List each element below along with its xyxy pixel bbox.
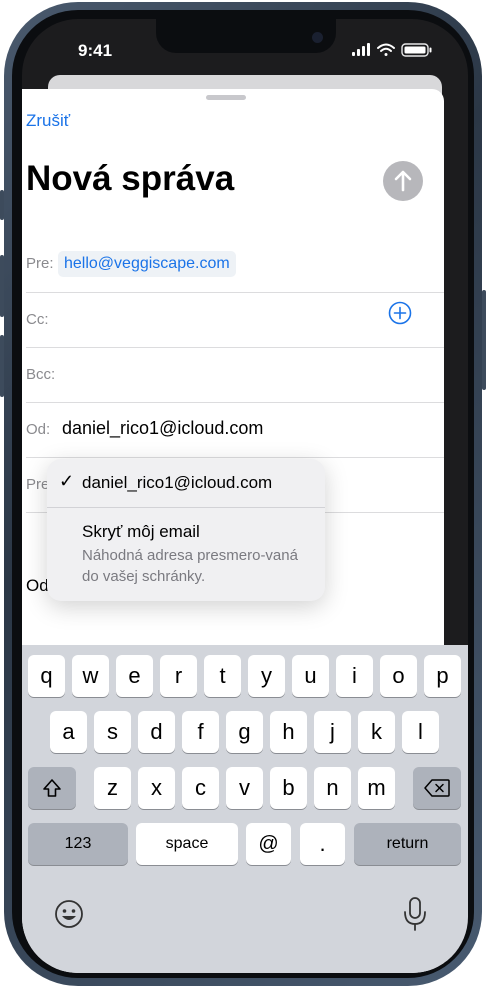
from-label: Od: <box>26 421 51 438</box>
key-e[interactable]: e <box>116 655 153 697</box>
checkmark-icon: ✓ <box>59 471 75 491</box>
volume-up-button <box>0 255 4 317</box>
menu-item-hide-my-email[interactable]: Skryť môj email <box>82 522 200 542</box>
emoji-icon <box>55 900 83 928</box>
divider <box>26 402 444 403</box>
key-n[interactable]: n <box>314 767 351 809</box>
front-camera <box>312 32 323 43</box>
notch <box>156 19 336 53</box>
delete-key[interactable] <box>413 767 461 809</box>
add-contact-icon[interactable] <box>388 301 412 325</box>
wifi-icon <box>377 43 395 56</box>
bcc-row[interactable]: Bcc: <box>26 366 426 420</box>
sheet-grabber[interactable] <box>206 95 246 100</box>
key-d[interactable]: d <box>138 711 175 753</box>
divider <box>26 347 444 348</box>
key-b[interactable]: b <box>270 767 307 809</box>
key-z[interactable]: z <box>94 767 131 809</box>
key-y[interactable]: y <box>248 655 285 697</box>
key-l[interactable]: l <box>402 711 439 753</box>
shift-key[interactable] <box>28 767 76 809</box>
key-j[interactable]: j <box>314 711 351 753</box>
key-h[interactable]: h <box>270 711 307 753</box>
key-m[interactable]: m <box>358 767 395 809</box>
divider <box>26 292 444 293</box>
page-title: Nová správa <box>26 159 235 198</box>
power-button <box>482 290 486 390</box>
from-value[interactable]: daniel_rico1@icloud.com <box>62 418 263 439</box>
microphone-icon <box>404 897 426 931</box>
key-g[interactable]: g <box>226 711 263 753</box>
space-key[interactable]: space <box>136 823 238 865</box>
key-v[interactable]: v <box>226 767 263 809</box>
bcc-label: Bcc: <box>26 366 56 383</box>
status-icons <box>352 43 434 62</box>
status-time: 9:41 <box>78 41 113 60</box>
menu-item-current-address[interactable]: daniel_rico1@icloud.com <box>82 473 272 493</box>
to-row: Pre: hello@veggiscape.com <box>26 251 426 309</box>
cancel-button[interactable]: Zrušiť <box>26 111 70 131</box>
key-o[interactable]: o <box>380 655 417 697</box>
key-i[interactable]: i <box>336 655 373 697</box>
numbers-key[interactable]: 123 <box>28 823 128 865</box>
key-k[interactable]: k <box>358 711 395 753</box>
recipient-chip[interactable]: hello@veggiscape.com <box>58 251 236 277</box>
key-w[interactable]: w <box>72 655 109 697</box>
from-address-menu: ✓ daniel_rico1@icloud.com Skryť môj emai… <box>47 459 325 601</box>
key-c[interactable]: c <box>182 767 219 809</box>
cc-row[interactable]: Cc: <box>26 301 426 365</box>
shift-icon <box>43 779 61 797</box>
volume-down-button <box>0 335 4 397</box>
emoji-button[interactable] <box>52 897 86 931</box>
at-key[interactable]: @ <box>246 823 291 865</box>
cc-label: Cc: <box>26 311 49 328</box>
silent-switch <box>0 190 4 220</box>
key-f[interactable]: f <box>182 711 219 753</box>
hide-my-email-description: Náhodná adresa presmero-vaná do vašej sc… <box>82 547 298 585</box>
dot-key[interactable]: . <box>300 823 345 865</box>
divider <box>26 457 444 458</box>
send-button[interactable] <box>383 161 423 201</box>
subject-label: Pre <box>26 476 50 493</box>
arrow-up-icon <box>394 170 412 192</box>
keyboard: q w e r t y u i o p a s d f g h j k l z … <box>22 645 468 973</box>
backspace-icon <box>424 779 450 797</box>
screen: 9:41 Zrušiť Nová správa Pre: hello@veggi… <box>22 19 468 973</box>
key-r[interactable]: r <box>160 655 197 697</box>
return-key[interactable]: return <box>354 823 461 865</box>
to-label: Pre: <box>26 255 54 272</box>
key-a[interactable]: a <box>50 711 87 753</box>
battery-icon <box>401 43 432 57</box>
key-q[interactable]: q <box>28 655 65 697</box>
menu-divider <box>47 507 325 508</box>
body-label: Od <box>26 576 49 595</box>
key-u[interactable]: u <box>292 655 329 697</box>
key-p[interactable]: p <box>424 655 461 697</box>
key-t[interactable]: t <box>204 655 241 697</box>
key-x[interactable]: x <box>138 767 175 809</box>
key-s[interactable]: s <box>94 711 131 753</box>
cellular-signal-icon <box>352 43 370 56</box>
dictation-button[interactable] <box>400 895 430 933</box>
